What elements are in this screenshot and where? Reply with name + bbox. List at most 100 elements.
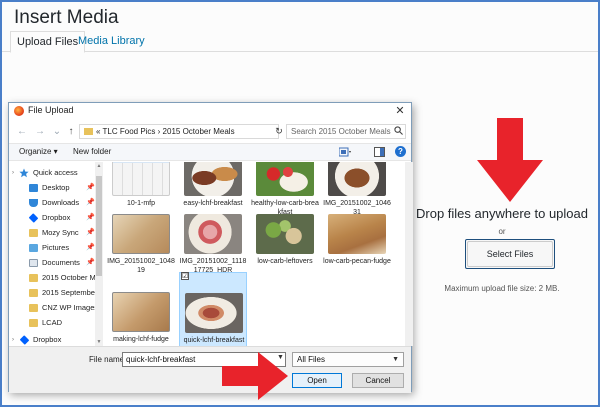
dialog-title: File Upload — [28, 105, 74, 115]
files-pane: 10-1-mfp easy-lchf-breakfast healthy-low… — [105, 162, 405, 346]
select-files-button[interactable]: Select Files — [465, 239, 555, 269]
file-label: easy-lchf-breakfast — [183, 200, 243, 207]
nav-label: Dropbox — [42, 213, 71, 222]
file-thumbnail — [184, 214, 242, 254]
download-icon — [29, 199, 38, 207]
pin-icon: 📌 — [86, 244, 95, 251]
upload-drop-zone[interactable]: Drop files anywhere to upload or Select … — [407, 112, 597, 312]
nav-label: 2015 September — [42, 288, 95, 297]
file-thumbnail — [256, 214, 314, 254]
media-tabs: Upload Files Media Library — [2, 30, 598, 53]
nav-scrollbar[interactable]: ▲ ▼ — [95, 162, 103, 346]
search-input[interactable] — [286, 124, 406, 139]
folder-icon — [84, 128, 93, 135]
files-scrollbar[interactable] — [405, 162, 413, 346]
file-thumbnail — [184, 162, 242, 196]
file-type-value: All Files — [297, 355, 326, 364]
nav-label: Dropbox — [33, 335, 62, 344]
nav-item-desktop[interactable]: Desktop 📌 — [9, 181, 95, 195]
nav-item-folder[interactable]: 2015 October Me — [9, 271, 95, 285]
file-label: low-carb-leftovers — [257, 258, 313, 265]
back-arrow-icon[interactable]: ← — [15, 124, 29, 139]
file-item[interactable]: low-carb-pecan-fudge — [323, 214, 391, 290]
dialog-titlebar[interactable]: File Upload ✕ — [9, 103, 411, 119]
modal-title: Insert Media — [14, 7, 119, 28]
file-type-select[interactable]: All Files ▼ — [292, 352, 404, 367]
red-down-arrow-icon — [477, 118, 543, 202]
nav-item-downloads[interactable]: Downloads 📌 — [9, 196, 95, 210]
nav-item-dropbox-root[interactable]: › Dropbox — [9, 333, 95, 346]
new-folder-button[interactable]: New folder — [73, 144, 111, 160]
nav-label: 2015 October Me — [42, 273, 95, 282]
file-item-selected[interactable]: ☑ quick-lchf-breakfast — [179, 272, 247, 346]
drop-files-text: Drop files anywhere to upload — [416, 206, 588, 221]
nav-label: Pictures — [42, 243, 70, 252]
navigation-pane: › Quick access Desktop 📌 Downloads 📌 Dro… — [9, 162, 95, 346]
documents-icon — [29, 259, 38, 267]
nav-item-folder[interactable]: LCAD — [9, 316, 95, 330]
folder-icon — [29, 289, 38, 297]
chevron-down-icon: ▼ — [392, 356, 399, 363]
pictures-icon — [29, 244, 38, 252]
scroll-down-icon[interactable]: ▼ — [95, 338, 103, 346]
pin-icon: 📌 — [86, 184, 95, 191]
refresh-icon[interactable]: ↻ — [273, 124, 285, 139]
address-path: « TLC Food Pics › 2015 October Meals — [96, 127, 235, 136]
folder-icon — [29, 304, 38, 312]
view-options-icon[interactable] — [339, 147, 351, 157]
address-bar[interactable]: « TLC Food Pics › 2015 October Meals — [79, 124, 279, 139]
max-upload-size-text: Maximum upload file size: 2 MB. — [444, 284, 560, 293]
nav-label: CNZ WP Images — [42, 303, 95, 312]
checkbox-checked-icon[interactable]: ☑ — [181, 272, 189, 280]
file-thumbnail — [256, 162, 314, 196]
file-thumbnail — [185, 293, 243, 333]
file-name-label: File name: — [89, 355, 127, 364]
help-icon[interactable]: ? — [395, 146, 406, 157]
file-thumbnail — [112, 162, 170, 196]
file-item[interactable]: making-lchf-fudge — [107, 272, 175, 346]
nav-label: Mozy Sync — [42, 228, 79, 237]
nav-label: Downloads — [42, 198, 80, 207]
nav-scroll-thumb[interactable] — [96, 176, 102, 276]
dropbox-icon — [28, 213, 39, 223]
nav-label: LCAD — [42, 318, 63, 327]
dialog-toolbar: Organize ▾ New folder ? — [9, 143, 411, 161]
file-item[interactable]: low-carb-leftovers — [251, 214, 319, 290]
scroll-up-icon[interactable]: ▲ — [95, 162, 103, 170]
nav-label: Quick access — [33, 168, 78, 177]
forward-arrow-icon[interactable]: → — [33, 124, 47, 139]
nav-label: Documents — [42, 258, 80, 267]
file-thumbnail — [112, 214, 170, 254]
file-thumbnail — [328, 162, 386, 196]
sync-icon — [29, 229, 38, 237]
file-label: 10-1-mfp — [126, 200, 155, 207]
nav-item-folder[interactable]: 2015 September — [9, 286, 95, 300]
nav-item-pictures[interactable]: Pictures 📌 — [9, 241, 95, 255]
folder-icon — [29, 319, 38, 327]
pin-icon: 📌 — [86, 259, 95, 266]
pin-icon: 📌 — [86, 214, 95, 221]
file-thumbnail — [112, 292, 170, 332]
nav-item-folder[interactable]: CNZ WP Images — [9, 301, 95, 315]
preview-pane-icon[interactable] — [374, 147, 385, 157]
file-label: making-lchf-fudge — [113, 336, 169, 343]
cancel-button[interactable]: Cancel — [352, 373, 404, 388]
or-text: or — [498, 227, 506, 236]
open-button[interactable]: Open — [292, 373, 342, 388]
organize-menu[interactable]: Organize ▾ — [19, 144, 58, 160]
pin-icon: 📌 — [86, 229, 95, 236]
tab-media-library[interactable]: Media Library — [72, 31, 151, 53]
dialog-footer: File name: ▼ All Files ▼ Open Cancel — [9, 346, 411, 393]
nav-label: Desktop — [42, 183, 70, 192]
nav-item-quick-access[interactable]: › Quick access — [9, 166, 95, 180]
nav-item-documents[interactable]: Documents 📌 — [9, 256, 95, 270]
close-icon[interactable]: ✕ — [393, 103, 407, 119]
file-thumbnail — [328, 214, 386, 254]
file-label: quick-lchf-breakfast — [183, 337, 245, 344]
recent-chevron-icon[interactable]: ⌄ — [50, 124, 64, 139]
firefox-icon — [14, 106, 24, 116]
up-arrow-icon[interactable]: ↑ — [64, 124, 78, 139]
file-upload-dialog: File Upload ✕ ← → ⌄ ↑ « TLC Food Pics › … — [8, 102, 413, 393]
nav-item-dropbox[interactable]: Dropbox 📌 — [9, 211, 95, 225]
nav-item-mozy-sync[interactable]: Mozy Sync 📌 — [9, 226, 95, 240]
